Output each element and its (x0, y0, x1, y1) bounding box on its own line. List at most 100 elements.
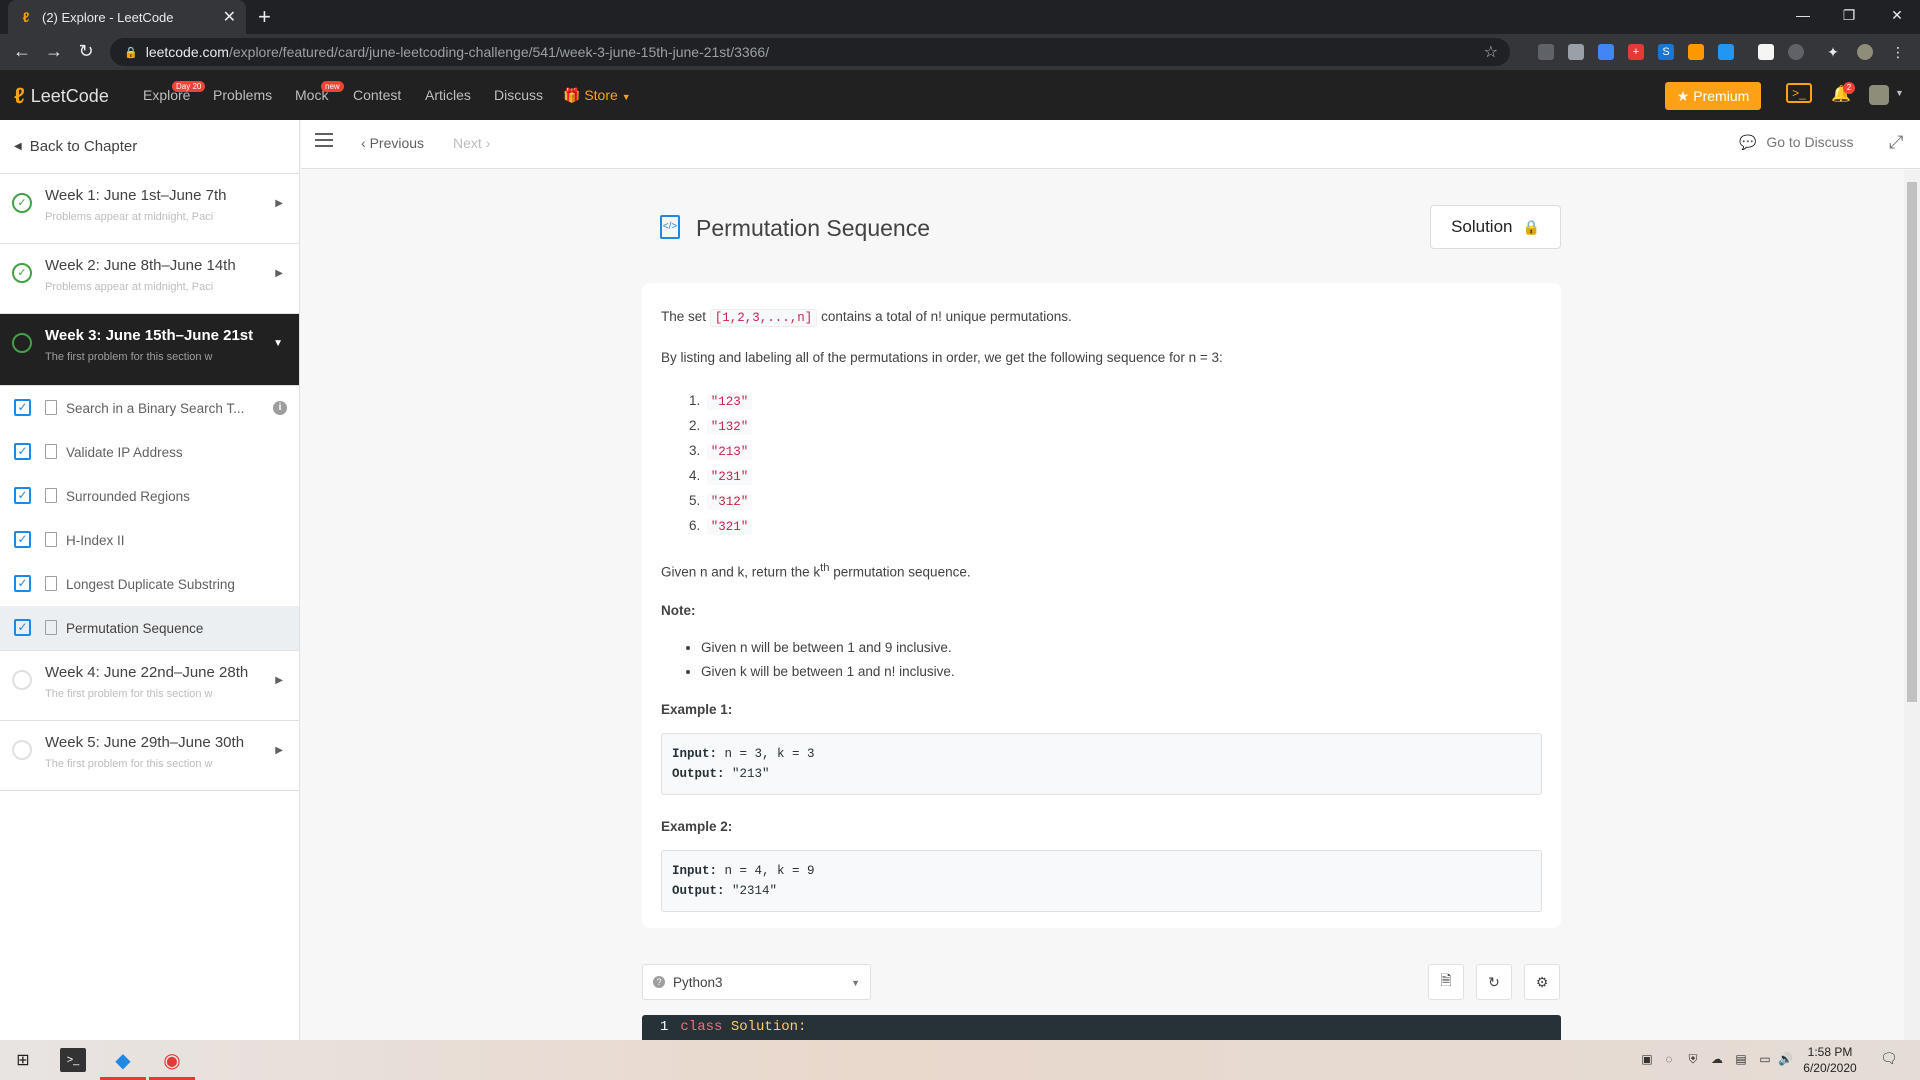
owl-extension-icon[interactable] (1688, 44, 1704, 60)
progress-circle-icon (12, 333, 32, 353)
task-prefix: Given n and k, return the k (661, 564, 821, 580)
nav-discuss[interactable]: Discuss (494, 87, 543, 103)
week-2-section[interactable]: ✓ Week 2: June 8th–June 14th Problems ap… (0, 244, 299, 314)
plus-extension-icon[interactable]: + (1628, 44, 1644, 60)
tray-app-icon[interactable]: ▣ (1640, 1052, 1654, 1066)
problem-item-surrounded-regions[interactable]: ✓ Surrounded Regions (0, 474, 299, 518)
code-keyword: class (680, 1019, 723, 1035)
target-extension-icon[interactable] (1788, 44, 1804, 60)
video-extension-icon[interactable] (1718, 44, 1734, 60)
question-description: The set [1,2,3,...,n] contains a total o… (642, 283, 1561, 928)
back-arrow-icon[interactable]: ← (10, 41, 34, 62)
notification-count-badge: 2 (1843, 82, 1855, 94)
week-4-section[interactable]: Week 4: June 22nd–June 28th The first pr… (0, 651, 299, 721)
empty-circle-icon (12, 670, 32, 690)
list-item: 1. "123" (689, 388, 1542, 413)
reset-code-icon[interactable]: ↻ (1476, 964, 1512, 1000)
settings-gear-icon[interactable]: ⚙ (1524, 964, 1560, 1000)
tray-hidden-icon[interactable]: ◌ (1662, 1052, 1676, 1066)
restore-window-icon[interactable]: ❐ (1826, 0, 1872, 30)
new-tab-button[interactable]: + (258, 4, 271, 30)
s-extension-icon[interactable]: S (1658, 44, 1674, 60)
close-tab-icon[interactable]: ✕ (223, 7, 236, 27)
page-scrollbar[interactable] (1904, 170, 1920, 1040)
problem-item-longest-duplicate[interactable]: ✓ Longest Duplicate Substring (0, 562, 299, 606)
playground-icon[interactable]: >_ (1786, 83, 1812, 103)
permutation-code: "231" (706, 469, 753, 485)
close-window-icon[interactable]: ✕ (1874, 0, 1920, 30)
previous-button[interactable]: ‹ Previous (361, 135, 424, 151)
expand-icon[interactable]: ⤢ (1889, 132, 1903, 153)
forward-arrow-icon[interactable]: → (42, 41, 66, 62)
permutation-code: "312" (706, 494, 753, 510)
document-icon (45, 400, 57, 415)
problem-list: ✓ Search in a Binary Search T... i ✓ Val… (0, 386, 299, 651)
document-icon (45, 532, 57, 547)
week-subtitle: The first problem for this section w (45, 688, 213, 700)
vscode-icon[interactable]: ◆ (110, 1048, 136, 1072)
chrome-icon[interactable]: ◉ (159, 1048, 185, 1072)
nav-articles[interactable]: Articles (425, 87, 471, 103)
meet-icon[interactable]: ▤ (1734, 1052, 1748, 1066)
chevron-down-icon: ▼ (621, 92, 631, 102)
week-3-section[interactable]: Week 3: June 15th–June 21st The first pr… (0, 314, 299, 386)
file-icon[interactable]: 🗎 (1428, 964, 1464, 1000)
taskbar-clock[interactable]: 1:58 PM 6/20/2020 (1790, 1044, 1870, 1076)
nav-store[interactable]: 🎁 Store ▼ (563, 87, 631, 104)
back-to-chapter-link[interactable]: ◀ Back to Chapter (0, 120, 299, 174)
go-to-discuss-link[interactable]: 💬 Go to Discuss (1739, 134, 1853, 151)
minimize-window-icon[interactable]: — (1780, 0, 1826, 30)
camera-extension-icon[interactable] (1568, 44, 1584, 60)
puzzle-extensions-icon[interactable]: ✦ (1825, 44, 1841, 60)
example-block: Input: n = 4, k = 9 Output: "2314" (661, 849, 1542, 912)
info-icon[interactable]: i (273, 401, 287, 415)
next-button[interactable]: Next › (453, 135, 490, 151)
windows-start-icon[interactable]: ⊞ (10, 1048, 36, 1072)
bookmark-star-icon[interactable]: ☆ (1484, 42, 1498, 62)
address-bar[interactable]: 🔒 leetcode.com /explore/featured/card/ju… (110, 38, 1510, 66)
problem-item-search-bst[interactable]: ✓ Search in a Binary Search T... i (0, 386, 299, 430)
lock-icon: 🔒 (1522, 218, 1540, 235)
reload-icon[interactable]: ↻ (74, 41, 98, 62)
example-heading: Example 2: (661, 818, 733, 834)
problem-label: Validate IP Address (66, 444, 183, 460)
checkbox-checked-icon: ✓ (14, 575, 31, 592)
logo-text: LeetCode (30, 85, 109, 106)
browser-menu-icon[interactable]: ⋮ (1890, 44, 1906, 60)
completed-check-icon: ✓ (12, 193, 32, 213)
week-5-section[interactable]: Week 5: June 29th–June 30th The first pr… (0, 721, 299, 791)
problem-label: Longest Duplicate Substring (66, 576, 235, 592)
example-heading: Example 1: (661, 701, 733, 717)
extension-icon[interactable] (1538, 44, 1554, 60)
network-icon[interactable]: ▭ (1758, 1052, 1772, 1066)
permutation-code: "213" (706, 444, 753, 460)
profile-avatar-icon[interactable] (1857, 44, 1873, 60)
discuss-label: Go to Discuss (1766, 134, 1854, 150)
list-item: Given k will be between 1 and n! inclusi… (701, 660, 1542, 684)
user-avatar[interactable] (1869, 85, 1889, 105)
checkbox-checked-icon: ✓ (14, 487, 31, 504)
notification-center-icon[interactable]: 🗨 (1880, 1051, 1898, 1065)
cloud-icon[interactable]: ☁ (1710, 1052, 1724, 1066)
terminal-icon[interactable]: >_ (60, 1048, 86, 1072)
problem-item-h-index[interactable]: ✓ H-Index II (0, 518, 299, 562)
week-1-section[interactable]: ✓ Week 1: June 1st–June 7th Problems app… (0, 174, 299, 244)
notes-extension-icon[interactable] (1758, 44, 1774, 60)
comments-icon: 💬 (1739, 134, 1757, 150)
hamburger-menu-icon[interactable] (315, 133, 333, 151)
browser-tab[interactable]: ℓ (2) Explore - LeetCode ✕ (8, 0, 246, 34)
problem-item-permutation-sequence[interactable]: ✓ Permutation Sequence (0, 606, 299, 650)
premium-button[interactable]: ★ Premium (1665, 82, 1761, 110)
scrollbar-thumb[interactable] (1907, 182, 1917, 702)
react-extension-icon[interactable] (1598, 44, 1614, 60)
permutation-list: 1. "123" 2. "132" 3. "213" 4. "231" 5. "… (689, 388, 1542, 538)
language-select[interactable]: ? Python3 ▼ (642, 964, 871, 1000)
code-editor[interactable]: 1 class Solution: (642, 1015, 1561, 1040)
nav-problems[interactable]: Problems (213, 87, 272, 103)
nav-contest[interactable]: Contest (353, 87, 401, 103)
avatar-dropdown-icon[interactable]: ▼ (1895, 88, 1904, 98)
solution-button[interactable]: Solution 🔒 (1430, 205, 1561, 249)
problem-item-validate-ip[interactable]: ✓ Validate IP Address (0, 430, 299, 474)
leetcode-logo[interactable]: ℓ LeetCode (14, 83, 109, 109)
security-shield-icon[interactable]: ⛨ (1686, 1052, 1700, 1066)
